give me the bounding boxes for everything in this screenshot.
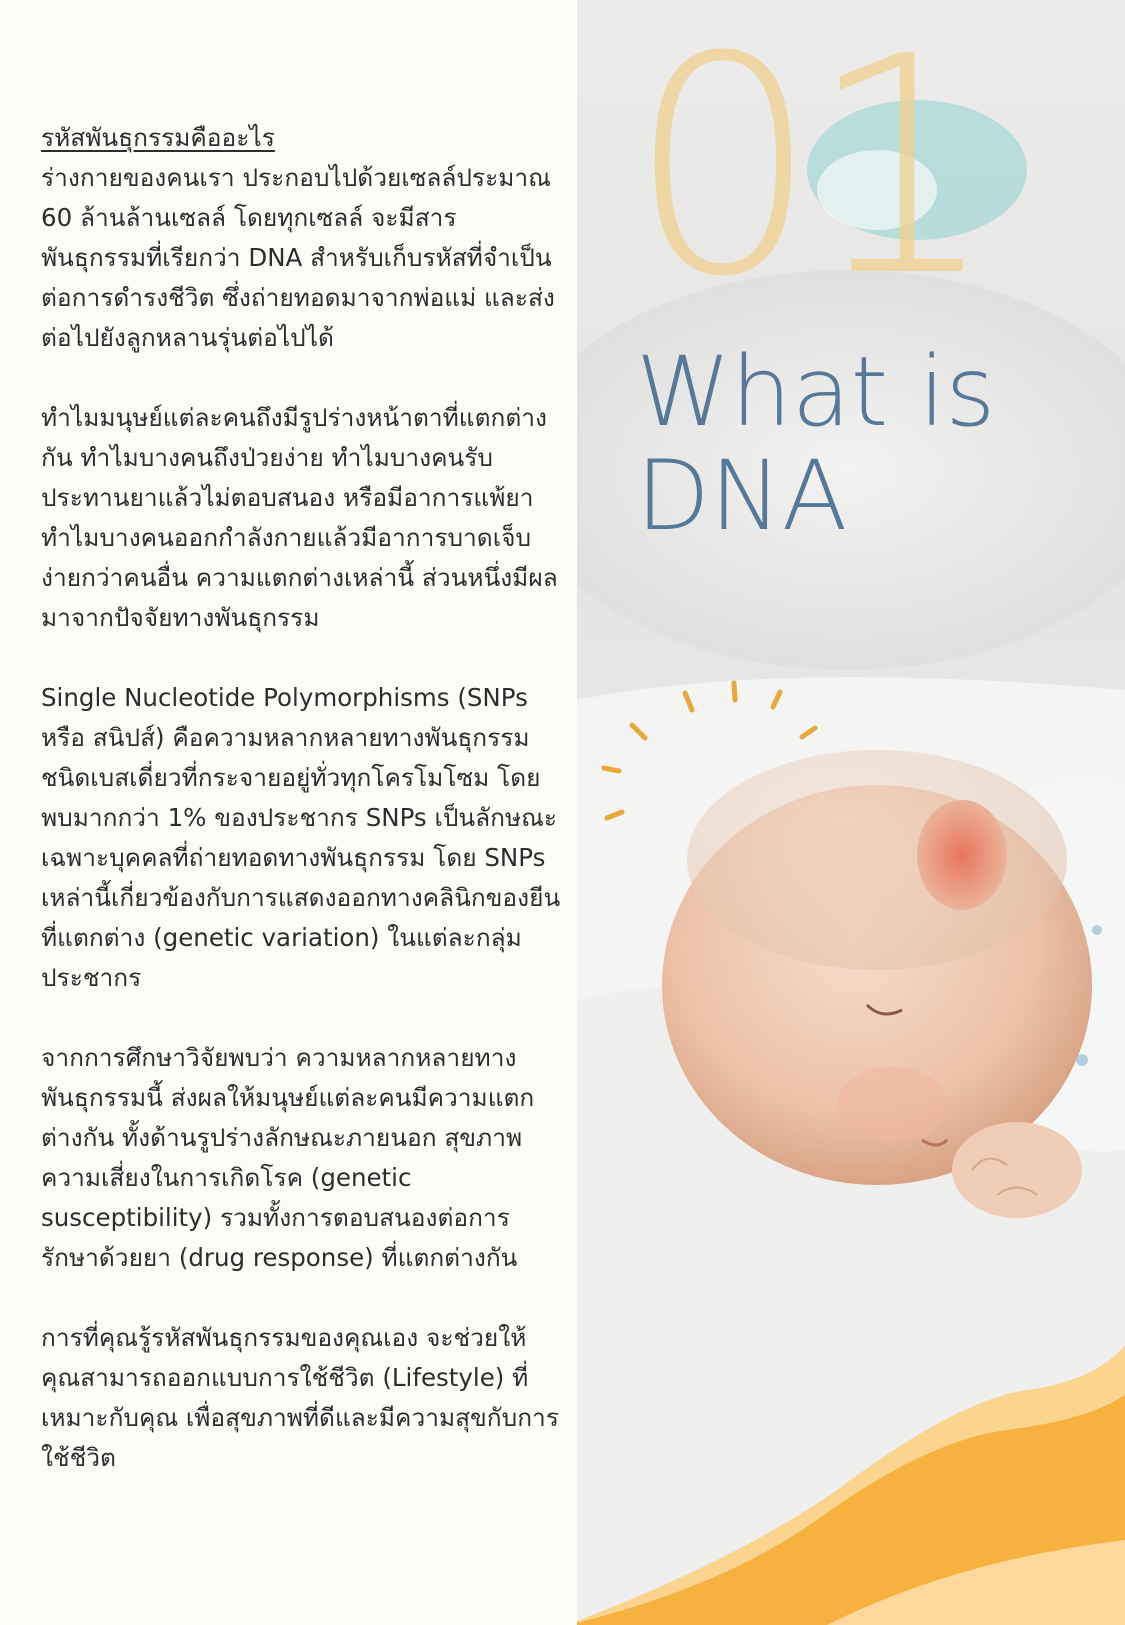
baby-hair: [687, 750, 1067, 970]
page-title: What is DNA: [636, 340, 1106, 548]
article-heading: รหัสพันธุกรรมคืออะไร: [41, 123, 275, 152]
paragraph-research: จากการศึกษาวิจัยพบว่า ความหลากหลายทางพัน…: [41, 1043, 535, 1272]
article-body: รหัสพันธุกรรมคืออะไร ร่างกายของคนเรา ประ…: [41, 118, 561, 1518]
paragraph-intro: ร่างกายของคนเรา ประกอบไปด้วยเซลล์ประมาณ …: [41, 163, 555, 352]
baby-ear: [917, 800, 1007, 910]
paragraph-differences: ทำไมมนุษย์แต่ละคนถึงมีรูปร่างหน้าตาที่แต…: [41, 403, 558, 632]
paragraph-snps: Single Nucleotide Polymorphisms (SNPs หร…: [41, 683, 561, 992]
title-line-1: What is: [636, 336, 996, 448]
baby-cheek: [837, 1067, 947, 1143]
ray-line: [731, 680, 738, 703]
ray-line: [601, 765, 622, 774]
title-line-2: DNA: [636, 440, 848, 552]
onesie-pattern-dot: [1092, 925, 1102, 935]
text-column: รหัสพันธุกรรมคืออะไร ร่างกายของคนเรา ประ…: [0, 0, 577, 1625]
baby-hand: [952, 1122, 1082, 1218]
paragraph-lifestyle: การที่คุณรู้รหัสพันธุกรรมของคุณเอง จะช่ว…: [41, 1323, 559, 1472]
section-number: 01: [628, 0, 998, 342]
